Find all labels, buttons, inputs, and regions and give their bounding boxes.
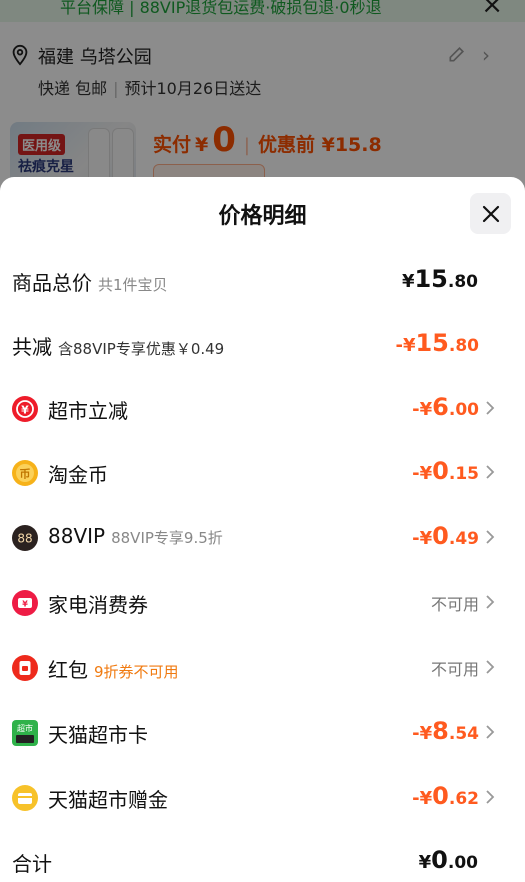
- vip-88-icon: 88: [12, 525, 38, 551]
- supermarket-card-amount: -¥8.54: [412, 717, 479, 745]
- vip-discount-amount: -¥0.49: [412, 522, 479, 550]
- row-label: 合计: [12, 852, 52, 876]
- appliance-coupon-status: 不可用: [430, 595, 479, 614]
- supermarket-discount-icon: ¥: [12, 396, 38, 422]
- svg-text:¥: ¥: [22, 600, 28, 609]
- row-label: 天猫超市赠金: [48, 788, 168, 812]
- chevron-right-icon: [486, 595, 495, 609]
- row-label: 淘金币: [48, 463, 108, 487]
- coin-icon: 币: [12, 460, 38, 486]
- svg-text:¥: ¥: [21, 404, 29, 417]
- row-total-discount: 共减 含88VIP专享优惠￥0.49 -¥15.80: [0, 325, 525, 365]
- row-sublabel: 共1件宝贝: [98, 276, 168, 294]
- row-tmall-supermarket-gift[interactable]: 天猫超市赠金 -¥0.62: [0, 778, 525, 818]
- chevron-right-icon: [486, 530, 495, 544]
- appliance-coupon-icon: ¥: [12, 590, 38, 616]
- row-88vip[interactable]: 88 88VIP 88VIP专享9.5折 -¥0.49: [0, 518, 525, 558]
- row-label: 红包 9折券不可用: [48, 658, 179, 682]
- row-label: 商品总价 共1件宝贝: [12, 271, 168, 295]
- row-label: 家电消费券: [48, 593, 148, 617]
- grand-total-amount: ¥0.00: [418, 846, 478, 874]
- red-packet-status: 不可用: [430, 660, 479, 679]
- row-sublabel: 88VIP专享9.5折: [111, 529, 223, 547]
- svg-text:88: 88: [17, 532, 32, 546]
- svg-text:币: 币: [20, 468, 31, 481]
- row-taobao-coin[interactable]: 币 淘金币 -¥0.15: [0, 453, 525, 493]
- row-red-packet[interactable]: 红包 9折券不可用 不可用: [0, 648, 525, 688]
- close-icon: [482, 205, 499, 222]
- row-label: 天猫超市卡: [48, 723, 148, 747]
- sheet-title: 价格明细: [218, 204, 307, 229]
- row-appliance-coupon[interactable]: ¥ 家电消费券 不可用: [0, 583, 525, 623]
- taobao-coin-amount: -¥0.15: [412, 457, 479, 485]
- supermarket-discount-amount: -¥6.00: [412, 393, 479, 421]
- gift-money-icon: [12, 785, 38, 811]
- row-label: 88VIP 88VIP专享9.5折: [48, 524, 223, 548]
- row-label: 超市立减: [48, 399, 128, 423]
- chevron-right-icon: [486, 790, 495, 804]
- row-grand-total: 合计 ¥0.00: [0, 842, 525, 882]
- chevron-right-icon: [486, 401, 495, 415]
- row-tmall-supermarket-card[interactable]: 超市 天猫超市卡 -¥8.54: [0, 713, 525, 753]
- chevron-right-icon: [486, 725, 495, 739]
- row-sublabel: 含88VIP专享优惠￥0.49: [58, 340, 225, 358]
- close-button[interactable]: [470, 193, 511, 234]
- supermarket-card-icon: 超市: [12, 720, 38, 746]
- chevron-right-icon: [486, 660, 495, 674]
- chevron-right-icon: [486, 465, 495, 479]
- row-goods-total: 商品总价 共1件宝贝 ¥15.80: [0, 261, 525, 301]
- row-label: 共减 含88VIP专享优惠￥0.49: [12, 335, 225, 359]
- red-packet-icon: [12, 655, 38, 681]
- price-detail-sheet: 价格明细 商品总价 共1件宝贝 ¥15.80 共减 含88VIP专享优惠￥0.49 …: [0, 177, 525, 882]
- svg-text:超市: 超市: [17, 723, 33, 733]
- modal-overlay[interactable]: [0, 0, 525, 200]
- gift-money-amount: -¥0.62: [412, 782, 479, 810]
- row-supermarket-discount[interactable]: ¥ 超市立减 -¥6.00: [0, 389, 525, 429]
- row-sublabel: 9折券不可用: [94, 663, 179, 681]
- goods-total-amount: ¥15.80: [401, 265, 478, 293]
- total-discount-amount: -¥15.80: [395, 329, 479, 357]
